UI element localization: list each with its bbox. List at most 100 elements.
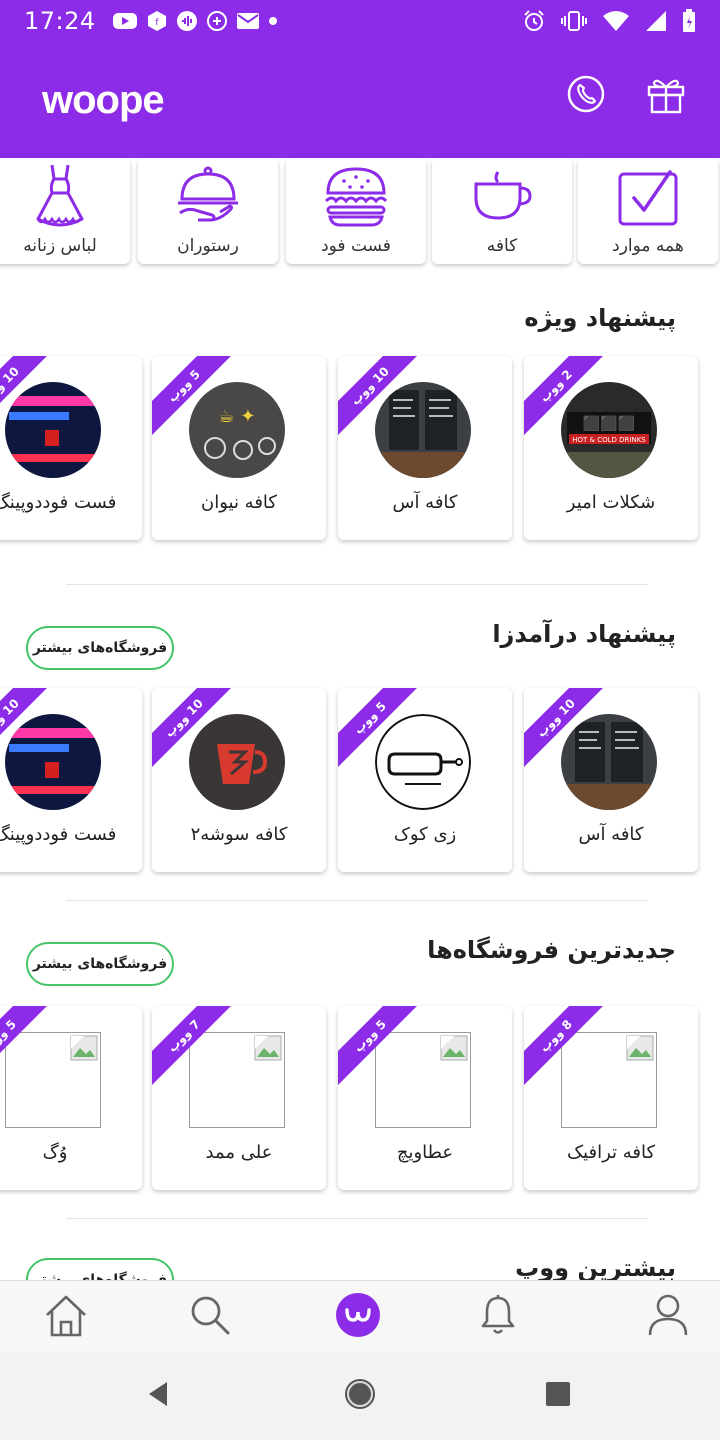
search-icon — [189, 1294, 231, 1340]
reward-ribbon: 5 ووپ — [338, 1006, 418, 1086]
category-label: رستوران — [177, 236, 239, 256]
store-name: عطاویچ — [396, 1142, 454, 1163]
reward-ribbon: 10 ووپ — [338, 356, 418, 436]
section-divider — [66, 900, 648, 901]
gift-button[interactable] — [644, 74, 688, 118]
store-name: کافه آس — [578, 824, 644, 845]
nav-search[interactable] — [184, 1291, 236, 1343]
store-card[interactable]: 10 ووپ کافه آس — [524, 688, 698, 872]
app-header: woope — [0, 42, 720, 158]
phone-button[interactable] — [564, 74, 608, 118]
food-cloche-icon — [176, 162, 240, 232]
store-card[interactable]: 10 ووپ فست فوددوپینگ — [0, 688, 142, 872]
mail-icon — [236, 12, 260, 30]
status-bar: 17:24 f — [0, 0, 720, 42]
reward-badge: 10 ووپ — [524, 688, 604, 768]
reward-badge: 5 ووپ — [338, 1006, 418, 1086]
nav-notifications[interactable] — [472, 1291, 524, 1343]
signal-icon — [644, 9, 668, 33]
more-stores-button[interactable]: فروشگاه‌های بیشتر — [26, 942, 174, 986]
reward-ribbon: 5 ووپ — [0, 1006, 48, 1086]
more-stores-button[interactable]: فروشگاه‌های بیشتر — [26, 626, 174, 670]
store-card[interactable]: 8 ووپ کافه ترافیک — [524, 1006, 698, 1190]
reward-badge: 10 ووپ — [0, 688, 48, 768]
store-name: زی کوک — [393, 824, 457, 845]
system-back-button[interactable] — [138, 1376, 178, 1416]
store-name: وُگ — [42, 1142, 68, 1163]
category-label: کافه — [486, 236, 518, 256]
store-card[interactable]: 7 ووپ علی ممد — [152, 1006, 326, 1190]
category-cafe[interactable]: کافه — [432, 158, 572, 264]
home-circle-icon — [343, 1377, 377, 1415]
status-time: 17:24 — [24, 7, 96, 35]
broken-image-icon — [626, 1035, 654, 1061]
reward-ribbon: 10 ووپ — [152, 688, 232, 768]
store-card[interactable]: ⬛⬛⬛ HOT & COLD DRINKS 2 ووپ شکلات امیر — [524, 356, 698, 540]
home-icon — [44, 1293, 88, 1341]
store-name: فست فوددوپینگ — [0, 824, 117, 845]
broken-image-icon — [70, 1035, 98, 1061]
nav-home[interactable] — [40, 1291, 92, 1343]
battery-icon — [682, 9, 696, 33]
store-name: کافه نیوان — [201, 492, 277, 513]
category-label: همه موارد — [612, 236, 684, 256]
reward-badge: 8 ووپ — [524, 1006, 604, 1086]
store-card[interactable]: 10 ووپ کافه آس — [338, 356, 512, 540]
nav-profile[interactable] — [642, 1291, 694, 1343]
more-stores-button[interactable]: فروشگاه‌های بیشتر — [26, 1258, 174, 1280]
store-card[interactable]: 5 ووپ عطاویچ — [338, 1006, 512, 1190]
section-title-most-woope: بیشترین ووپ — [515, 1254, 676, 1280]
wifi-icon — [602, 10, 630, 32]
broken-image-icon — [254, 1035, 282, 1061]
reward-ribbon: 2 ووپ — [524, 356, 604, 436]
system-home-button[interactable] — [340, 1376, 380, 1416]
reward-ribbon: 5 ووپ — [338, 688, 418, 768]
bell-icon — [480, 1294, 516, 1340]
section-title-special: پیشنهاد ویژه — [524, 304, 676, 332]
reward-badge: 7 ووپ — [152, 1006, 232, 1086]
category-label: فست فود — [321, 236, 391, 256]
store-card[interactable]: 5 ووپ زی کوک — [338, 688, 512, 872]
gift-icon — [645, 73, 687, 119]
status-system — [522, 9, 696, 33]
profile-icon — [647, 1293, 689, 1341]
store-name: کافه سوشه۲ — [190, 824, 288, 845]
category-restaurant[interactable]: رستوران — [138, 158, 278, 264]
store-card[interactable]: 10 ووپ فست فوددوپینگ — [0, 356, 142, 540]
section-title-newest: جدیدترین فروشگاه‌ها — [427, 936, 676, 964]
dot-icon — [268, 16, 278, 26]
store-name: فست فوددوپینگ — [0, 492, 117, 513]
category-fastfood[interactable]: فست فود — [286, 158, 426, 264]
reward-badge: 5 ووپ — [152, 356, 232, 436]
store-card[interactable]: ☕︎ ✦ 5 ووپ کافه نیوان — [152, 356, 326, 540]
category-womens-clothing[interactable]: لباس زنانه — [0, 158, 130, 264]
reward-ribbon: 7 ووپ — [152, 1006, 232, 1086]
translate-icon — [206, 10, 228, 32]
woope-logo[interactable]: woope — [42, 78, 165, 123]
reward-badge: 5 ووپ — [338, 688, 418, 768]
system-recents-button[interactable] — [538, 1376, 578, 1416]
section-divider — [66, 584, 648, 585]
back-icon — [143, 1379, 173, 1413]
reward-ribbon: 5 ووپ — [152, 356, 232, 436]
phone-icon — [566, 74, 606, 118]
nav-woope[interactable] — [332, 1291, 384, 1343]
store-card[interactable]: 5 ووپ وُگ — [0, 1006, 142, 1190]
reward-badge: 5 ووپ — [0, 1006, 48, 1086]
store-card[interactable]: 10 ووپ کافه سوشه۲ — [152, 688, 326, 872]
section-title-earning: پیشنهاد درآمدزا — [492, 620, 676, 648]
reward-badge: 10 ووپ — [338, 356, 418, 436]
category-all[interactable]: همه موارد — [578, 158, 718, 264]
podcast-icon — [176, 10, 198, 32]
svg-text:HOT & COLD DRINKS: HOT & COLD DRINKS — [572, 436, 646, 444]
reward-badge: 2 ووپ — [524, 356, 604, 436]
broken-image-icon — [440, 1035, 468, 1061]
home-feed[interactable]: پیشنهاد ویژه ⬛⬛⬛ HOT & COLD DRINKS 2 ووپ … — [0, 278, 720, 1280]
dress-icon — [30, 162, 90, 232]
alarm-icon — [522, 9, 546, 33]
recents-icon — [544, 1380, 572, 1412]
store-name: کافه آس — [392, 492, 458, 513]
reward-ribbon: 10 ووپ — [524, 688, 604, 768]
bottom-navigation — [0, 1280, 720, 1352]
section-divider — [66, 1218, 648, 1219]
